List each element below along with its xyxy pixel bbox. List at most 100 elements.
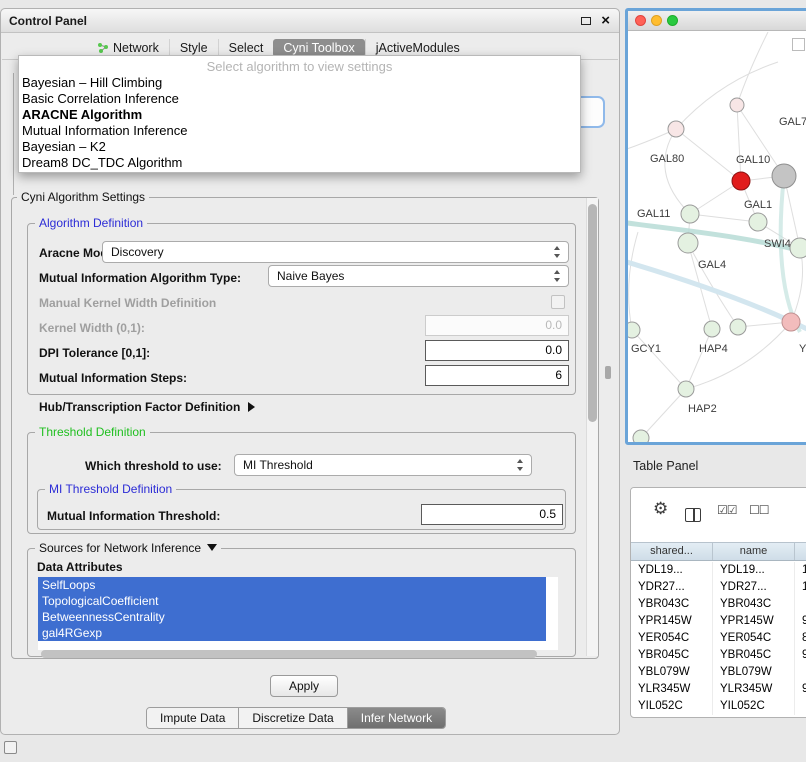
hub-section-expander[interactable]: Hub/Transcription Factor Definition: [39, 400, 255, 414]
menu-item[interactable]: Basic Correlation Inference: [19, 91, 580, 107]
which-threshold-value: MI Threshold: [243, 458, 313, 472]
network-node-highlighted[interactable]: [732, 172, 750, 190]
tab-infer-network[interactable]: Infer Network: [347, 708, 445, 728]
select-checked-icon[interactable]: ☑☑: [717, 503, 737, 517]
table-panel-title: Table Panel: [633, 459, 698, 473]
network-node[interactable]: [628, 322, 640, 338]
tab-impute-data[interactable]: Impute Data: [147, 708, 238, 728]
mac-close-button[interactable]: [635, 15, 646, 26]
close-icon[interactable]: ×: [601, 12, 610, 29]
which-threshold-select[interactable]: MI Threshold: [234, 454, 532, 476]
menu-item[interactable]: Mutual Information Inference: [19, 123, 580, 139]
mi-threshold-group-title: MI Threshold Definition: [45, 482, 176, 496]
cell: [795, 664, 806, 681]
cell: YIL052C: [631, 698, 713, 715]
tab-style-label: Style: [180, 41, 208, 55]
cell: 9.: [795, 613, 806, 630]
network-node[interactable]: [678, 381, 694, 397]
manual-kernel-label: Manual Kernel Width Definition: [39, 296, 216, 310]
algorithm-dropdown-menu: Select algorithm to view settings Bayesi…: [18, 55, 581, 173]
tab-cyni-toolbox-label: Cyni Toolbox: [283, 41, 354, 55]
cell: YDR27...: [631, 579, 713, 596]
column-header-name[interactable]: name: [713, 543, 795, 560]
mac-zoom-button[interactable]: [667, 15, 678, 26]
network-node[interactable]: [730, 98, 744, 112]
control-panel-titlebar: Control Panel ×: [1, 9, 619, 33]
table-row[interactable]: YBL079WYBL079W: [631, 664, 806, 681]
list-item[interactable]: BetweennessCentrality: [38, 609, 546, 625]
settings-gear-icon[interactable]: ⚙: [653, 499, 668, 519]
table-row[interactable]: YDR27...YDR27...12: [631, 579, 806, 596]
network-node[interactable]: [704, 321, 720, 337]
network-node[interactable]: [678, 233, 698, 253]
column-header-shared[interactable]: shared...: [631, 543, 713, 560]
network-node[interactable]: [749, 213, 767, 231]
list-item[interactable]: TopologicalCoefficient: [38, 593, 546, 609]
table-row[interactable]: YPR145WYPR145W9.: [631, 613, 806, 630]
collapsed-panel-icon[interactable]: [4, 741, 17, 754]
network-tab-icon: [97, 42, 109, 54]
menu-item-selected[interactable]: ARACNE Algorithm: [19, 107, 580, 123]
manual-kernel-checkbox[interactable]: [551, 295, 565, 309]
tab-discretize-data[interactable]: Discretize Data: [238, 708, 346, 728]
cell: 13: [795, 562, 806, 579]
cell: [795, 698, 806, 715]
menu-item[interactable]: Dream8 DC_TDC Algorithm: [19, 155, 580, 171]
node-label: GAL80: [650, 153, 684, 165]
list-item[interactable]: gal4RGexp: [38, 625, 546, 641]
sources-collapser[interactable]: Sources for Network Inference: [35, 541, 221, 555]
select-unchecked-icon[interactable]: ☐☐: [749, 503, 769, 517]
node-label: GAL10: [736, 154, 770, 166]
network-canvas[interactable]: GAL7 GAL80 GAL10 GAL11 GAL1 SWI4 GAL4 GC…: [628, 32, 806, 442]
mac-minimize-button[interactable]: [651, 15, 662, 26]
mi-type-select[interactable]: Naive Bayes: [268, 265, 569, 287]
network-node[interactable]: [681, 205, 699, 223]
network-node[interactable]: [782, 313, 800, 331]
settings-scrollbar-thumb[interactable]: [588, 204, 597, 422]
table-row[interactable]: YDL19...YDL19...13: [631, 562, 806, 579]
cyni-settings-group-title: Cyni Algorithm Settings: [17, 190, 149, 204]
birdseye-toggle-icon[interactable]: [792, 38, 805, 51]
splitter-handle[interactable]: [605, 366, 611, 379]
apply-button[interactable]: Apply: [270, 675, 338, 697]
mi-steps-field[interactable]: 6: [425, 365, 569, 386]
node-label: GAL1: [744, 199, 772, 211]
cell: YBR043C: [713, 596, 795, 613]
mi-type-label: Mutual Information Algorithm Type:: [39, 271, 241, 285]
network-view-window: GAL7 GAL80 GAL10 GAL11 GAL1 SWI4 GAL4 GC…: [625, 8, 806, 445]
float-window-icon[interactable]: [581, 17, 591, 25]
cell: 12: [795, 579, 806, 596]
cell: YPR145W: [713, 613, 795, 630]
column-header-extra[interactable]: [795, 543, 806, 560]
table-row[interactable]: YBR045CYBR045C9.: [631, 647, 806, 664]
list-item[interactable]: SelfLoops: [38, 577, 546, 593]
mi-threshold-field[interactable]: 0.5: [421, 504, 563, 525]
node-label: GAL7: [779, 116, 806, 128]
cell: YDR27...: [713, 579, 795, 596]
menu-item[interactable]: Bayesian – K2: [19, 139, 580, 155]
kernel-width-field[interactable]: 0.0: [425, 315, 569, 336]
menu-item[interactable]: Bayesian – Hill Climbing: [19, 75, 580, 91]
network-node[interactable]: [668, 121, 684, 137]
table-row[interactable]: YER054CYER054C8.: [631, 630, 806, 647]
table-row[interactable]: YLR345WYLR345W9.: [631, 681, 806, 698]
expand-arrow-icon: [248, 402, 255, 412]
aracne-mode-select[interactable]: Discovery: [102, 241, 569, 263]
cell: YER054C: [713, 630, 795, 647]
network-node[interactable]: [790, 238, 806, 258]
cell: 9.: [795, 681, 806, 698]
table-row[interactable]: YBR043CYBR043C: [631, 596, 806, 613]
cell: YLR345W: [631, 681, 713, 698]
network-node[interactable]: [730, 319, 746, 335]
algorithm-definition-title: Algorithm Definition: [35, 216, 147, 230]
cell: YDL19...: [713, 562, 795, 579]
node-label: Y: [799, 343, 806, 355]
network-node[interactable]: [633, 430, 649, 442]
network-node[interactable]: [772, 164, 796, 188]
menu-placeholder-item[interactable]: Select algorithm to view settings: [19, 58, 580, 75]
list-hscrollbar-thumb[interactable]: [41, 650, 537, 658]
table-row[interactable]: YIL052CYIL052C: [631, 698, 806, 715]
columns-icon[interactable]: [685, 508, 701, 522]
mi-threshold-label: Mutual Information Threshold:: [47, 509, 220, 523]
dpi-tolerance-field[interactable]: 0.0: [425, 340, 569, 361]
